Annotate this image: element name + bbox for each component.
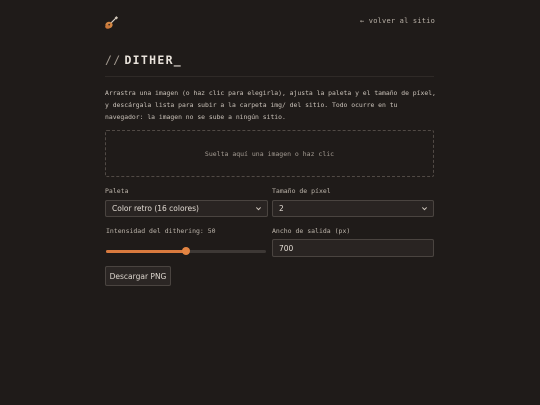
pixel-size-label: Tamaño de píxel: [272, 187, 331, 195]
output-width-value: 700: [279, 243, 294, 253]
top-bar: ← volver al sitio: [0, 0, 540, 40]
back-to-site-link[interactable]: ← volver al sitio: [360, 17, 435, 25]
dithering-slider[interactable]: [106, 247, 266, 255]
pixel-size-select[interactable]: 2: [272, 200, 434, 217]
intro-text: Arrastra una imagen (o haz clic para ele…: [105, 89, 436, 121]
pixel-size-selected-value: 2: [279, 204, 284, 213]
output-width-input[interactable]: 700: [272, 239, 434, 257]
palette-select[interactable]: Color retro (16 colores): [105, 200, 268, 217]
dithering-slider-thumb[interactable]: [182, 247, 190, 255]
dropzone-text: Suelta aquí una imagen o haz clic: [204, 149, 335, 158]
guitar-icon[interactable]: [104, 15, 119, 29]
chevron-down-icon: [421, 207, 428, 211]
dithering-value: 50: [207, 227, 216, 235]
download-png-button[interactable]: Descargar PNG: [105, 266, 171, 286]
output-width-label: Ancho de salida (px): [272, 227, 351, 235]
dithering-label: Intensidad del dithering: 50: [106, 227, 216, 235]
palette-selected-value: Color retro (16 colores): [112, 204, 199, 213]
chevron-down-icon: [255, 207, 262, 211]
title-text: DITHER_: [124, 53, 183, 67]
page-title: //DITHER_: [105, 53, 182, 67]
palette-label: Paleta: [105, 187, 129, 195]
title-prefix: //: [105, 53, 122, 67]
dithering-slider-fill: [106, 250, 186, 253]
image-dropzone[interactable]: Suelta aquí una imagen o haz clic: [105, 130, 434, 177]
dithering-label-text: Intensidad del dithering:: [106, 227, 204, 235]
title-divider: [105, 76, 434, 77]
